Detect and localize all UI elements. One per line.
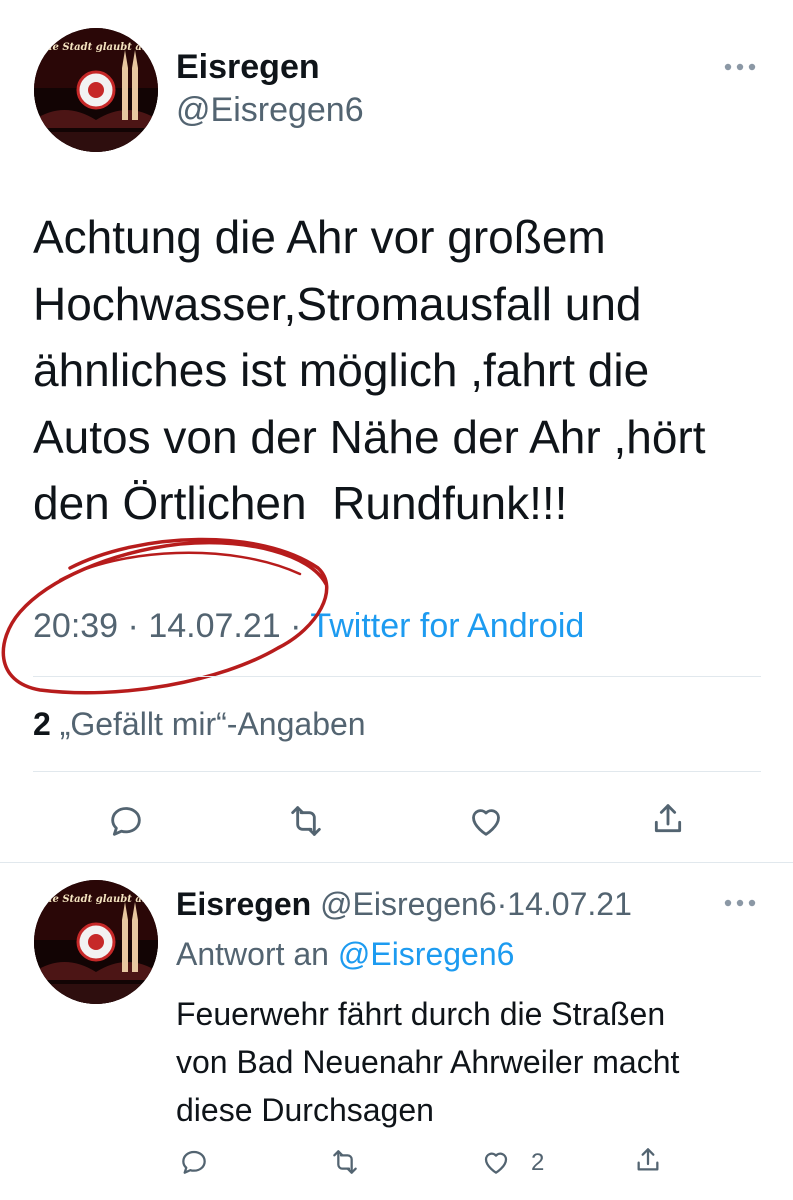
tweet-date[interactable]: 14.07.21 [507,886,632,922]
replying-prefix: Antwort an [176,936,329,972]
more-options-icon[interactable] [718,55,762,79]
tweet-text: Achtung die Ahr vor großem Hochwasser,St… [33,204,706,537]
hand-drawn-circle-annotation [1,537,329,695]
source-link[interactable]: Twitter for Android [310,607,584,645]
reply-icon[interactable] [176,1144,212,1180]
likes-label: „Gefällt mir“-Angaben [59,706,366,742]
tweet-text: Feuerwehr fährt durch die Straßen von Ba… [176,990,679,1134]
avatar[interactable]: Die Stadt glaubt an Euch [34,28,158,152]
avatar-caption: Die Stadt glaubt an Euch [40,42,152,53]
meta-separator: · [496,886,508,922]
likes-summary[interactable]: 2 „Gefällt mir“-Angaben [33,704,366,744]
share-icon[interactable] [646,797,690,841]
handle[interactable]: @Eisregen6 [176,90,364,130]
tweet-text-line: Hochwasser,Stromausfall und [33,277,642,330]
display-name[interactable]: Eisregen [176,886,311,922]
tweet-text-line: ähnliches ist möglich ,fahrt die [33,344,650,396]
tweet-text-line: von Bad Neuenahr Ahrweiler macht [176,1044,680,1080]
handle[interactable]: @Eisregen6 [320,886,497,922]
like-icon[interactable] [478,1144,514,1180]
share-icon[interactable] [630,1142,666,1178]
divider [0,862,793,863]
retweet-icon[interactable] [284,799,328,843]
replying-to-link[interactable]: @Eisregen6 [338,936,515,972]
more-options-icon[interactable] [718,891,762,915]
tweet-text-line: Autos von der Nähe der Ahr ,hört [33,410,706,463]
retweet-icon[interactable] [327,1144,363,1180]
likes-count: 2 [33,706,51,742]
divider [33,771,761,772]
avatar-caption: Die Stadt glaubt an Euch [40,894,152,905]
reply-header: Eisregen @Eisregen6·14.07.21 [176,884,632,924]
like-icon[interactable] [464,799,508,843]
replying-to: Antwort an @Eisregen6 [176,934,514,974]
reply-icon[interactable] [104,799,148,843]
divider [33,676,761,677]
tweet-text-line: den Örtlichen Rundfunk!!! [33,477,568,529]
like-count: 2 [531,1149,545,1176]
tweet-text-line: diese Durchsagen [176,1092,434,1128]
display-name[interactable]: Eisregen [176,47,320,87]
tweet-text-line: Feuerwehr fährt durch die Straßen [176,996,666,1032]
avatar[interactable]: Die Stadt glaubt an Euch [34,880,158,1004]
tweet-text-line: Achtung die Ahr vor großem [33,211,606,263]
